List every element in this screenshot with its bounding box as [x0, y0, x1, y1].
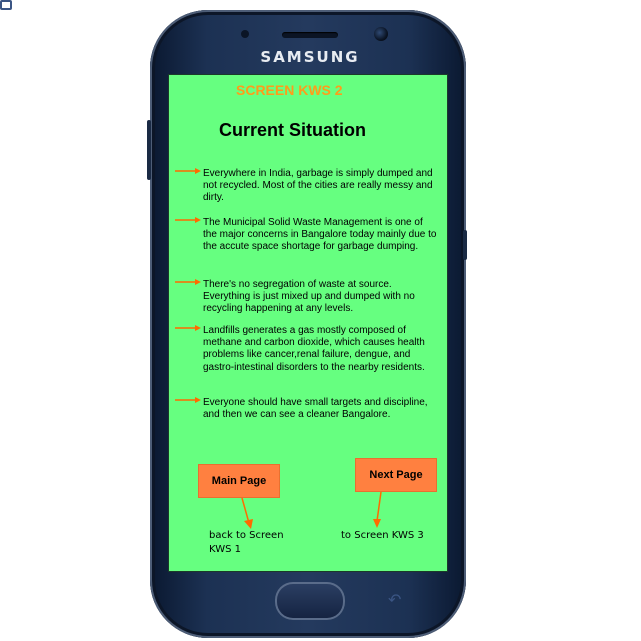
bullet-text: The Municipal Solid Waste Management is … — [203, 217, 437, 253]
bullet-text: There's no segregation of waste at sourc… — [203, 279, 415, 315]
bullet-text: Everyone should have small targets and d… — [203, 397, 428, 421]
bullet-arrow-icon — [175, 168, 201, 174]
page-heading: Current Situation — [219, 120, 366, 140]
back-caption: back to Screen KWS 1 — [209, 530, 284, 555]
bullet-arrow-icon — [175, 217, 201, 223]
next-page-button[interactable]: Next Page — [355, 458, 437, 492]
home-button[interactable] — [275, 582, 345, 620]
volume-button — [147, 120, 151, 180]
bullet-text: Landfills generates a gas mostly compose… — [203, 325, 425, 373]
earpiece-speaker — [282, 32, 338, 38]
down-arrow-icon — [241, 498, 253, 529]
next-caption: to Screen KWS 3 — [341, 530, 424, 541]
down-arrow-icon — [373, 492, 382, 528]
sensor — [241, 30, 249, 38]
bullet-arrow-icon — [175, 279, 201, 285]
front-camera-icon — [374, 27, 388, 41]
bullet-text: Everywhere in India, garbage is simply d… — [203, 168, 433, 204]
screen-title: SCREEN KWS 2 — [236, 82, 343, 98]
bullet-arrow-icon — [175, 325, 201, 331]
main-page-button[interactable]: Main Page — [198, 464, 280, 498]
bullet-arrow-icon — [175, 397, 201, 403]
power-button — [463, 230, 467, 260]
recent-apps-icon[interactable] — [0, 0, 12, 10]
brand-logo: SAMSUNG — [260, 48, 360, 66]
back-icon[interactable]: ↶ — [388, 590, 401, 610]
